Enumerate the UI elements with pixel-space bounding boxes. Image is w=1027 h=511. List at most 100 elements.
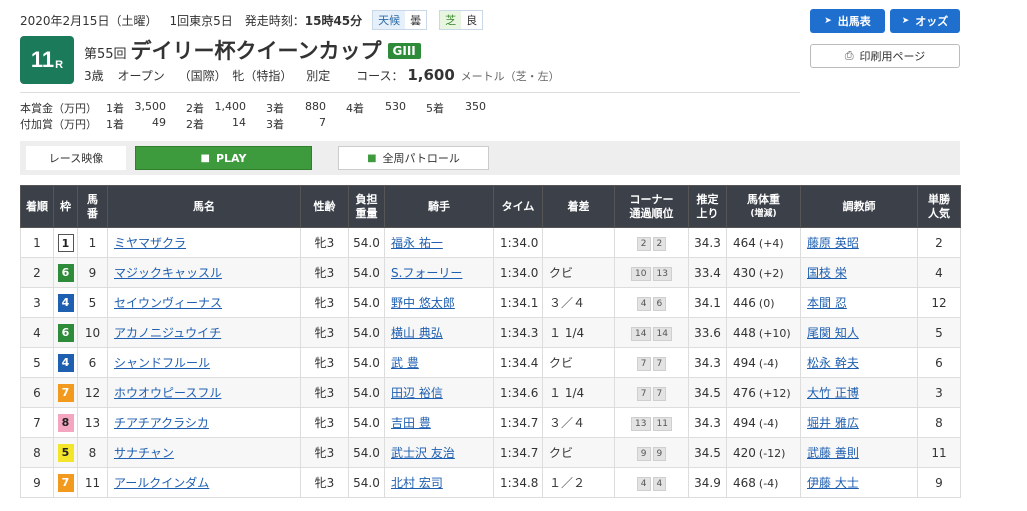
trainer-link[interactable]: 藤原 英昭 [807,236,859,250]
jockey[interactable]: 武士沢 友治 [384,437,494,468]
horse-number: 12 [77,377,108,408]
play-button[interactable]: ■ PLAY [135,146,312,170]
horse-name[interactable]: セイウンヴィーナス [107,287,301,318]
jockey[interactable]: 田辺 裕信 [384,377,494,408]
carried-weight: 54.0 [348,437,385,468]
prize-added: 付加賞（万円） 1着 49 2着 14 3着 7 [20,116,342,132]
horse-name[interactable]: ホウオウピースフル [107,377,301,408]
corner-positions: 10 13 [614,257,689,288]
sex-age: 牝3 [300,377,349,408]
race-edition: 第55回 [84,47,127,62]
horse-name[interactable]: アールクインダム [107,467,301,498]
table-row: 2 6 9 マジックキャッスル 牝3 54.0 S.フォーリー 1:34.0 クビ 10 13 33.… [20,257,961,288]
win-popularity: 9 [917,467,961,498]
finish-rank: 3 [20,287,54,318]
trainer-link[interactable]: 本間 忍 [807,296,847,310]
horse-name[interactable]: チアチアクラシカ [107,407,301,438]
horse-link[interactable]: シャンドフルール [114,356,210,370]
horse-number: 10 [77,317,108,348]
horse-link[interactable]: ミヤマザクラ [114,236,186,250]
corner-position: 2 [636,236,651,251]
horse-name[interactable]: アカノニジュウイチ [107,317,301,348]
column-header-horse: 馬名 [107,185,301,228]
trainer[interactable]: 伊藤 大士 [800,467,918,498]
body-weight-value: 494 [733,355,756,370]
trainer[interactable]: 藤原 英昭 [800,227,918,258]
patrol-button[interactable]: ■ 全周パトロール [338,146,489,170]
prize-amount: 530 [385,100,406,113]
trainer[interactable]: 大竹 正博 [800,377,918,408]
jockey[interactable]: 吉田 豊 [384,407,494,438]
prize-amount: 3,500 [134,100,167,113]
body-weight-value: 464 [733,235,756,250]
trainer[interactable]: 尾関 知人 [800,317,918,348]
race-sex: 牝（特指） [232,69,293,83]
horse-name[interactable]: シャンドフルール [107,347,301,378]
print-button[interactable]: ⎙ 印刷用ページ [810,44,960,68]
horse-link[interactable]: セイウンヴィーナス [114,296,222,310]
trainer-link[interactable]: 武藤 善則 [807,446,859,460]
entries-button[interactable]: ➤ 出馬表 [810,9,885,33]
track-condition: 良 [461,11,483,29]
column-header-rank: 着順 [20,185,54,228]
trainer[interactable]: 松永 幹夫 [800,347,918,378]
finish-time: 1:34.0 [493,257,543,288]
body-weight-value: 448 [733,325,756,340]
column-header-jockey: 騎手 [384,185,494,228]
horse-link[interactable]: ホウオウピースフル [114,386,221,400]
trainer-link[interactable]: 伊藤 大士 [807,476,859,490]
horse-name[interactable]: ミヤマザクラ [107,227,301,258]
trainer[interactable]: 国枝 栄 [800,257,918,288]
jockey[interactable]: 武 豊 [384,347,494,378]
trainer-link[interactable]: 堀井 雅広 [807,416,859,430]
trainer[interactable]: 堀井 雅広 [800,407,918,438]
jockey-link[interactable]: 野中 悠太郎 [391,296,455,310]
waku-badge: 5 [57,443,74,462]
jockey-link[interactable]: 吉田 豊 [391,416,431,430]
jockey[interactable]: 北村 宏司 [384,467,494,498]
entries-button-label: 出馬表 [837,15,871,28]
trainer[interactable]: 武藤 善則 [800,437,918,468]
trainer-link[interactable]: 大竹 正博 [807,386,859,400]
jockey[interactable]: 横山 典弘 [384,317,494,348]
waku-cell: 6 [53,257,78,288]
waku-badge: 8 [57,413,74,432]
last-3f: 34.9 [688,467,727,498]
corner-position: 9 [652,446,667,461]
margin: １／２ [542,467,615,498]
margin: １ 1/4 [542,377,615,408]
jockey-link[interactable]: 武 豊 [391,356,419,370]
margin: クビ [542,257,615,288]
jockey-link[interactable]: 田辺 裕信 [391,386,443,400]
jockey-link[interactable]: S.フォーリー [391,266,462,280]
horse-link[interactable]: サナチャン [114,446,174,460]
column-header-last: 推定 上り [688,185,727,228]
corner-position: 7 [652,386,667,401]
jockey[interactable]: S.フォーリー [384,257,494,288]
track-label: 芝 [440,11,462,29]
race-intl: （国際） [178,69,227,83]
horse-link[interactable]: チアチアクラシカ [114,416,209,430]
horse-link[interactable]: アールクインダム [114,476,209,490]
jockey[interactable]: 野中 悠太郎 [384,287,494,318]
waku-badge: 1 [57,233,74,252]
horse-name[interactable]: サナチャン [107,437,301,468]
margin: ３／４ [542,407,615,438]
carried-weight: 54.0 [348,227,385,258]
horse-link[interactable]: アカノニジュウイチ [114,326,221,340]
odds-button[interactable]: ➤ オッズ [890,9,960,33]
trainer-link[interactable]: 松永 幹夫 [807,356,859,370]
trainer-link[interactable]: 尾関 知人 [807,326,859,340]
horse-name[interactable]: マジックキャッスル [107,257,301,288]
trainer[interactable]: 本間 忍 [800,287,918,318]
jockey-link[interactable]: 武士沢 友治 [391,446,455,460]
jockey-link[interactable]: 福永 祐一 [391,236,443,250]
corner-position: 4 [652,476,667,491]
finish-time: 1:34.4 [493,347,543,378]
jockey[interactable]: 福永 祐一 [384,227,494,258]
horse-link[interactable]: マジックキャッスル [114,266,222,280]
margin [542,227,615,258]
jockey-link[interactable]: 北村 宏司 [391,476,443,490]
jockey-link[interactable]: 横山 典弘 [391,326,443,340]
trainer-link[interactable]: 国枝 栄 [807,266,847,280]
